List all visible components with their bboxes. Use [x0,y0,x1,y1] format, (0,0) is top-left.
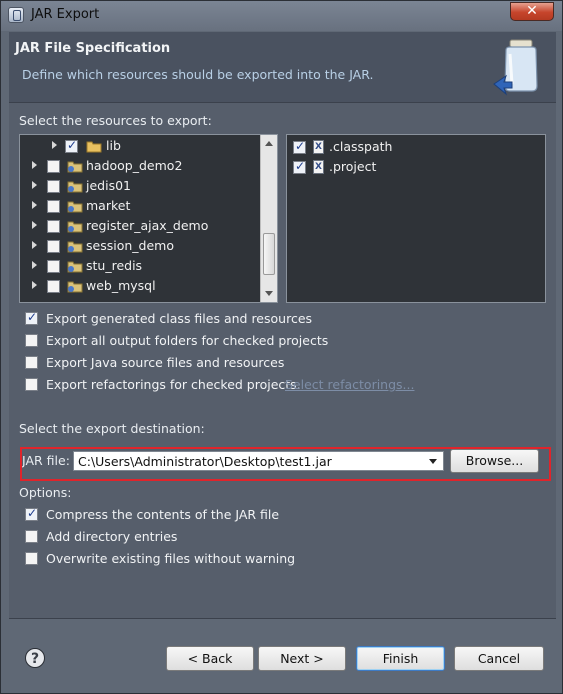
resources-label: Select the resources to export: [19,113,212,128]
export-class-files-checkbox[interactable] [25,310,38,325]
tree-item-checkbox[interactable] [47,220,60,233]
file-item[interactable]: X .classpath [287,137,527,157]
title-bar[interactable]: JAR Export ✕ [1,1,562,31]
help-icon[interactable]: ? [25,648,45,668]
tree-item[interactable]: hadoop_demo2 [20,156,262,176]
expand-arrow-icon[interactable] [32,181,37,189]
export-source-files-label: Export Java source files and resources [46,355,285,370]
tree-item-label: hadoop_demo2 [86,158,183,173]
tree-item-label: market [86,198,131,213]
tree-item[interactable]: register_ajax_demo [20,216,262,236]
project-icon [67,181,83,193]
scrollbar-thumb[interactable] [263,233,275,275]
close-button[interactable]: ✕ [510,2,554,21]
tree-item[interactable]: stu_redis [20,256,262,276]
tree-item-label: jedis01 [86,178,131,193]
export-refactorings-label: Export refactorings for checked projects… [46,377,301,392]
tree-item-checkbox[interactable] [47,280,60,293]
file-item-checkbox[interactable] [293,139,306,154]
tree-item-checkbox[interactable] [47,160,60,173]
expand-arrow-icon[interactable] [52,141,57,149]
xml-file-icon: X [313,160,324,174]
file-item-label: .project [329,159,377,174]
window-title: JAR Export [31,7,100,22]
tree-item-label: register_ajax_demo [86,218,209,233]
tree-item-checkbox[interactable] [47,240,60,253]
resource-tree[interactable]: lib hadoop_demo2 jedis01 [19,134,278,303]
wizard-header: JAR File Specification Define which reso… [9,32,556,102]
tree-item-checkbox[interactable] [47,180,60,193]
overwrite-checkbox[interactable] [25,552,38,565]
tree-item-label: lib [106,138,121,153]
tree-item-label: session_demo [86,238,174,253]
options-label: Options: [19,485,72,500]
export-source-files-checkbox[interactable] [25,356,38,369]
add-directory-entries-label: Add directory entries [46,529,178,544]
add-directory-entries-checkbox[interactable] [25,530,38,543]
jar-export-window: JAR Export ✕ JAR File Specification Defi… [0,0,563,694]
tree-item-checkbox[interactable] [47,260,60,273]
finish-button[interactable]: Finish [356,646,445,671]
jar-file-highlight-box [20,447,551,481]
scroll-down-arrow-icon[interactable] [265,291,273,296]
export-class-files-label: Export generated class files and resourc… [46,311,313,326]
footer-divider [9,618,556,619]
close-icon: ✕ [526,3,538,19]
tree-item[interactable]: market [20,196,262,216]
file-list[interactable]: X .classpath X .project [286,134,546,303]
expand-arrow-icon[interactable] [32,221,37,229]
scroll-up-arrow-icon[interactable] [265,141,273,146]
tree-item[interactable]: web_mysql [20,276,262,296]
expand-arrow-icon[interactable] [32,281,37,289]
page-description: Define which resources should be exporte… [22,67,374,82]
project-icon [67,241,83,253]
project-icon [67,161,83,173]
project-icon [67,281,83,293]
export-refactorings-checkbox[interactable] [25,378,38,391]
page-title: JAR File Specification [15,41,171,56]
jar-icon [493,39,538,96]
compress-checkbox[interactable] [25,506,38,521]
file-item-checkbox[interactable] [293,159,306,174]
jar-export-window-icon [8,7,24,23]
tree-item[interactable]: lib [20,136,262,156]
expand-arrow-icon[interactable] [32,261,37,269]
destination-label: Select the export destination: [19,421,205,436]
cancel-button[interactable]: Cancel [454,646,544,671]
next-button[interactable]: Next > [258,646,346,671]
tree-scrollbar[interactable] [260,135,277,302]
project-icon [67,201,83,213]
file-item-label: .classpath [329,139,393,154]
overwrite-label: Overwrite existing files without warning [46,551,296,566]
compress-label: Compress the contents of the JAR file [46,507,280,522]
project-icon [67,261,83,273]
expand-arrow-icon[interactable] [32,201,37,209]
tree-item[interactable]: session_demo [20,236,262,256]
tree-item-label: web_mysql [86,278,156,293]
expand-arrow-icon[interactable] [32,161,37,169]
folder-icon [86,141,102,153]
xml-file-icon: X [313,140,324,154]
select-refactorings-link[interactable]: Select refactorings... [285,377,414,392]
export-output-folders-checkbox[interactable] [25,334,38,347]
back-button[interactable]: < Back [166,646,254,671]
tree-item-label: stu_redis [86,258,143,273]
tree-item[interactable]: jedis01 [20,176,262,196]
file-item[interactable]: X .project [287,157,527,177]
expand-arrow-icon[interactable] [32,241,37,249]
project-icon [67,221,83,233]
export-output-folders-label: Export all output folders for checked pr… [46,333,329,348]
tree-item-checkbox[interactable] [47,200,60,213]
tree-item-checkbox[interactable] [65,138,78,153]
